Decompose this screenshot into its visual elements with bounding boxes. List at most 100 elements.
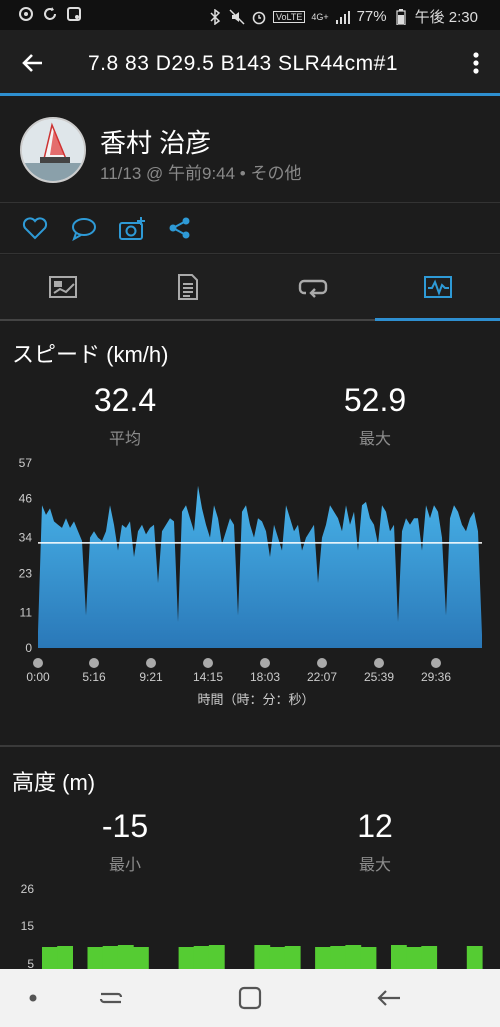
y-tick-label: 34 [19, 531, 33, 545]
like-icon[interactable] [22, 216, 50, 242]
more-vert-icon [473, 52, 479, 74]
x-tick-label: 0:00 [26, 670, 50, 684]
speed-avg-value: 32.4 [93, 382, 157, 418]
x-tick-marker [374, 658, 384, 668]
tab-stats[interactable] [125, 255, 250, 319]
clock: 午後 2:30 [414, 9, 478, 26]
speed-title: スピード (km/h) [12, 342, 169, 367]
elevation-bar [254, 945, 271, 969]
elevation-bar [284, 946, 301, 969]
y-tick-label: 57 [19, 456, 33, 470]
nav-dot-button[interactable] [18, 983, 48, 1013]
x-tick-marker [317, 658, 327, 668]
y-tick-label: 11 [20, 605, 33, 619]
laps-icon [298, 279, 327, 298]
back-button[interactable] [18, 48, 48, 78]
tab-charts[interactable] [375, 255, 500, 321]
y-tick-label: 23 [19, 566, 33, 580]
x-tick-marker [33, 658, 43, 668]
share-icon[interactable] [167, 216, 195, 242]
refresh-icon [42, 6, 58, 22]
more-options-button[interactable] [468, 48, 484, 78]
elevation-chart: 26 15 5 [21, 882, 483, 969]
signal-icon [335, 9, 351, 25]
activity-tabs [0, 255, 500, 321]
status-bar: VoLTE 4G+ 77% 午後 2:30 [0, 0, 500, 30]
tab-laps[interactable] [250, 255, 375, 319]
x-tick-label: 5:16 [82, 670, 106, 684]
elevation-bar [421, 946, 438, 969]
x-tick-label: 25:39 [364, 670, 394, 684]
elevation-bar [406, 947, 422, 969]
elevation-max-label: 最大 [358, 857, 391, 874]
comment-icon[interactable] [70, 216, 98, 242]
elevation-bar [42, 947, 58, 969]
elevation-bar [87, 947, 104, 969]
recent-apps-icon [99, 992, 123, 1004]
image-icon [66, 6, 82, 22]
x-tick-marker [431, 658, 441, 668]
activity-title: 7.8 83 D29.5 B143 SLR44cm#1 [88, 52, 399, 75]
speed-avg-label: 平均 [108, 431, 141, 448]
x-tick-marker [146, 658, 156, 668]
x-tick-label: 18:03 [250, 670, 280, 684]
document-icon [177, 274, 198, 300]
system-nav-bar [0, 969, 500, 1027]
y-tick-label: 5 [27, 957, 34, 969]
home-button[interactable] [235, 983, 265, 1013]
x-tick-label: 9:21 [139, 670, 163, 684]
elevation-bar [133, 947, 149, 969]
y-tick-label: 0 [25, 641, 32, 655]
elevation-bar [330, 946, 347, 969]
x-tick-label: 14:15 [193, 670, 223, 684]
x-tick-marker [89, 658, 99, 668]
camera-add-icon[interactable] [118, 216, 146, 242]
speed-max-value: 52.9 [343, 382, 407, 418]
back-arrow-icon [377, 990, 400, 1006]
activity-meta: 11/13 @ 午前9:44 • その他 [100, 164, 302, 183]
elevation-bar [315, 947, 331, 969]
elevation-bar [117, 945, 134, 969]
y-tick-label: 15 [21, 919, 35, 933]
elevation-bar [102, 946, 119, 969]
x-tick-label: 29:36 [421, 670, 451, 684]
mute-icon [229, 8, 245, 25]
y-tick-label: 26 [21, 882, 35, 896]
arrow-left-icon [22, 54, 42, 72]
alarm-icon [251, 9, 267, 25]
x-axis-title: 時間（時：分：秒） [197, 692, 314, 707]
elevation-bar [208, 945, 225, 969]
tab-summary[interactable] [0, 255, 125, 319]
elevation-bar [466, 946, 483, 969]
x-tick-marker [203, 658, 213, 668]
x-tick-label: 22:07 [307, 670, 337, 684]
speed-series-area [38, 485, 482, 648]
elevation-title: 高度 (m) [12, 770, 96, 795]
battery-icon [393, 8, 409, 25]
app-bar: 7.8 83 D29.5 B143 SLR44cm#1 [0, 30, 500, 96]
activity-header: 香村 治彦 11/13 @ 午前9:44 • その他 [0, 99, 500, 203]
elevation-bar [193, 946, 210, 969]
elevation-max-value: 12 [357, 808, 393, 844]
avatar[interactable] [20, 117, 86, 183]
summary-icon [48, 276, 77, 298]
elevation-min-label: 最小 [108, 857, 141, 874]
back-nav-button[interactable] [374, 983, 404, 1013]
elevation-min-value: -15 [101, 808, 149, 844]
elevation-bar [178, 947, 195, 969]
chart-icon [423, 276, 452, 298]
speed-chart: 57 46 34 23 11 0 0:00 5:16 9:21 14:15 18:03 22:07 25… [19, 456, 482, 707]
dot-icon [29, 994, 37, 1002]
user-name: 香村 治彦 [100, 128, 212, 158]
elevation-bar [360, 947, 377, 969]
recent-apps-button[interactable] [96, 983, 126, 1013]
home-icon [238, 986, 262, 1010]
bluetooth-icon [207, 8, 223, 25]
elevation-bar [391, 945, 407, 969]
elevation-bar [57, 946, 73, 969]
battery-percent: 77% [356, 8, 387, 25]
elevation-bar [345, 945, 362, 969]
section-divider [0, 745, 500, 747]
speed-max-label: 最大 [358, 431, 391, 448]
elevation-bar [269, 947, 286, 969]
